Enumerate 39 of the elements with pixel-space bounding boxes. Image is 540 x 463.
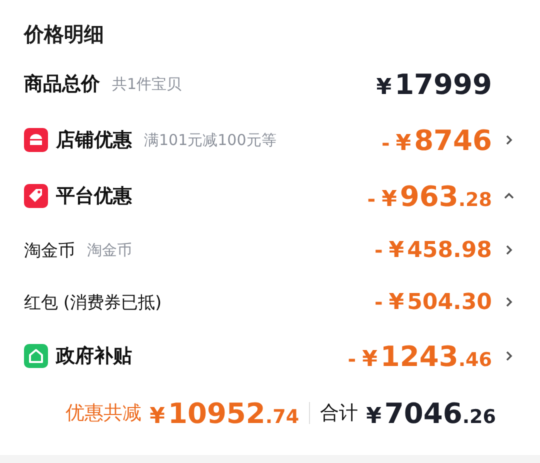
amount-value: 7046 (384, 396, 462, 430)
row-label: 红包 (消费券已抵) (24, 292, 162, 314)
minus-sign: - (348, 346, 356, 370)
amount-value: 1243 (380, 340, 458, 372)
currency-symbol: ¥ (382, 186, 397, 212)
amount-value: 458.98 (407, 238, 492, 262)
row-note: 满101元减100元等 (144, 130, 276, 150)
tag-icon (24, 184, 48, 208)
currency-symbol: ¥ (366, 404, 382, 428)
currency-symbol: ¥ (388, 290, 404, 314)
minus-sign: - (381, 130, 390, 154)
amount-decimal: .26 (462, 406, 496, 428)
total-label: 合计 (320, 401, 358, 426)
row-label: 商品总价 (24, 72, 100, 97)
row-label: 政府补贴 (56, 344, 132, 369)
minus-sign: - (367, 186, 376, 210)
minus-sign: - (374, 290, 383, 314)
row-label: 店铺优惠 (56, 128, 132, 153)
currency-symbol: ¥ (150, 404, 165, 428)
currency-symbol: ¥ (388, 238, 404, 262)
amount-decimal: .28 (458, 188, 492, 210)
amount-value: 963 (400, 180, 458, 212)
panel-title: 价格明细 (24, 21, 105, 48)
amount-decimal: .74 (265, 406, 300, 428)
row-label: 平台优惠 (56, 184, 132, 209)
amount-value: 10952 (168, 396, 266, 430)
currency-symbol: ¥ (396, 130, 412, 156)
currency-symbol: ¥ (362, 346, 378, 372)
amount-value: 17999 (394, 68, 492, 100)
minus-sign: - (374, 238, 383, 262)
amount-decimal: .46 (458, 348, 492, 370)
amount-value: 504.30 (407, 290, 492, 314)
row-label: 淘金币 (24, 240, 75, 262)
amount-value: 8746 (414, 124, 492, 156)
discount-label: 优惠共减 (66, 401, 142, 426)
row-note: 共1件宝贝 (112, 74, 182, 94)
currency-symbol: ¥ (376, 74, 392, 100)
house-icon (24, 344, 48, 368)
row-note: 淘金币 (87, 240, 132, 260)
